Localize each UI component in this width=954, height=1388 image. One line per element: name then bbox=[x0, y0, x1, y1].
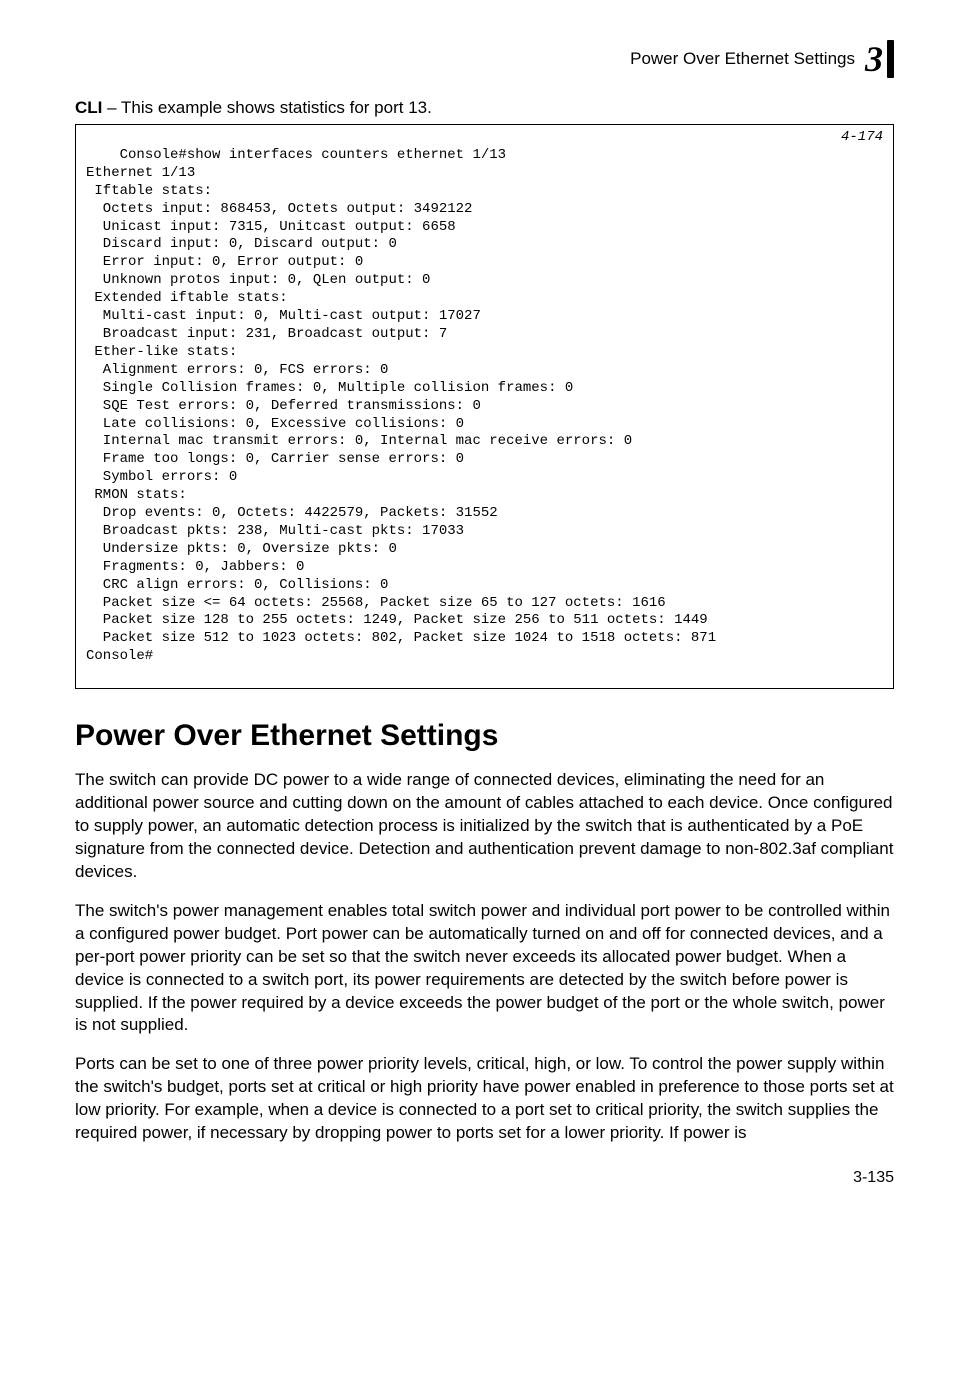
running-header: Power Over Ethernet Settings 3 bbox=[75, 40, 894, 78]
paragraph-1: The switch can provide DC power to a wid… bbox=[75, 769, 894, 884]
section-heading: Power Over Ethernet Settings bbox=[75, 719, 894, 753]
code-block: 4-174 Console#show interfaces counters et… bbox=[75, 124, 894, 689]
cli-intro-text: – This example shows statistics for port… bbox=[102, 98, 431, 117]
page-number: 3-135 bbox=[75, 1169, 894, 1187]
code-reference: 4-174 bbox=[841, 129, 883, 147]
cli-intro: CLI – This example shows statistics for … bbox=[75, 98, 894, 118]
badge-bar-icon bbox=[887, 40, 894, 78]
chapter-number: 3 bbox=[865, 41, 883, 77]
code-text: Console#show interfaces counters etherne… bbox=[86, 147, 716, 664]
paragraph-3: Ports can be set to one of three power p… bbox=[75, 1053, 894, 1145]
chapter-badge: 3 bbox=[865, 40, 894, 78]
cli-label: CLI bbox=[75, 98, 102, 117]
paragraph-2: The switch's power management enables to… bbox=[75, 900, 894, 1038]
running-title: Power Over Ethernet Settings bbox=[630, 49, 855, 69]
